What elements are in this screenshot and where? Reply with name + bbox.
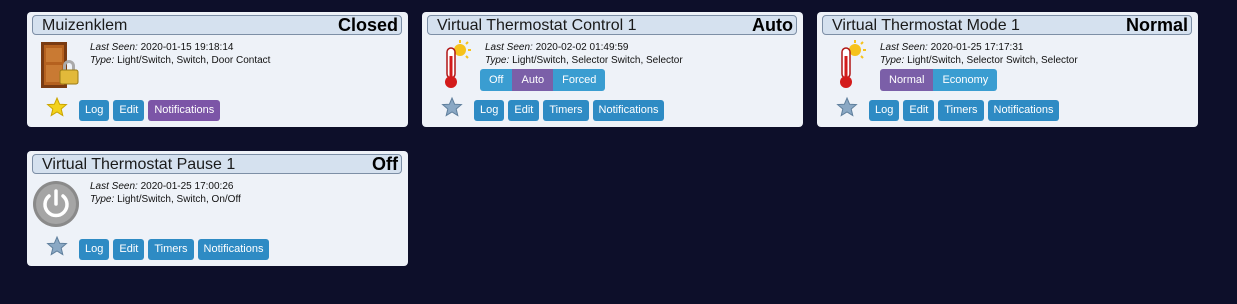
edit-button[interactable]: Edit [113,239,145,260]
card-header: Virtual Thermostat Control 1 Auto [427,15,797,35]
device-title: Virtual Thermostat Control 1 [437,17,637,34]
notifications-button[interactable]: Notifications [987,100,1060,121]
device-info: Last Seen: 2020-01-15 19:18:14 Type: Lig… [90,41,270,67]
device-card-thermostat-pause: Virtual Thermostat Pause 1 Off Last Seen… [27,151,408,266]
edit-button[interactable]: Edit [508,100,540,121]
device-info: Last Seen: 2020-01-25 17:00:26 Type: Lig… [90,180,241,206]
device-info: Last Seen: 2020-01-25 17:17:31 Type: Lig… [880,41,1078,67]
type-value: Light/Switch, Switch, On/Off [117,194,241,205]
device-card-muizenklem: Muizenklem Closed Last Seen: 2020-01-15 … [27,12,408,127]
notifications-button[interactable]: Notifications [197,239,270,260]
selector-economy-button[interactable]: Economy [933,69,998,91]
favorite-star-icon[interactable] [46,235,68,257]
log-button[interactable]: Log [474,100,505,121]
device-card-thermostat-mode: Virtual Thermostat Mode 1 Normal Last Se… [817,12,1198,127]
door-lock-icon[interactable] [35,40,85,90]
last-seen-label: Last Seen: [485,42,533,53]
timers-button[interactable]: Timers [148,239,194,260]
device-status: Closed [337,15,398,35]
notifications-button[interactable]: Notifications [148,100,221,121]
edit-button[interactable]: Edit [903,100,935,121]
last-seen-value: 2020-02-02 01:49:59 [535,42,629,53]
last-seen-value: 2020-01-25 17:17:31 [930,42,1024,53]
notifications-button[interactable]: Notifications [592,100,665,121]
type-value: Light/Switch, Selector Switch, Selector [512,55,683,66]
favorite-star-icon[interactable] [46,96,68,118]
timers-button[interactable]: Timers [543,100,589,121]
device-title: Virtual Thermostat Pause 1 [42,156,236,173]
thermometer-icon[interactable] [825,40,875,90]
selector-buttons: Normal Economy [880,69,998,91]
type-label: Type: [90,55,115,66]
device-title: Virtual Thermostat Mode 1 [832,17,1020,34]
action-buttons: Log Edit Timers Notifications [474,100,665,121]
timers-button[interactable]: Timers [938,100,984,121]
last-seen-value: 2020-01-15 19:18:14 [140,42,234,53]
type-label: Type: [880,55,905,66]
log-button[interactable]: Log [79,100,110,121]
card-header: Virtual Thermostat Mode 1 Normal [822,15,1192,35]
card-header: Muizenklem Closed [32,15,402,35]
action-buttons: Log Edit Notifications [79,100,221,121]
last-seen-label: Last Seen: [880,42,928,53]
last-seen-value: 2020-01-25 17:00:26 [140,181,234,192]
device-title: Muizenklem [42,17,128,34]
edit-button[interactable]: Edit [113,100,145,121]
selector-forced-button[interactable]: Forced [553,69,606,91]
type-label: Type: [485,55,510,66]
selector-buttons: Off Auto Forced [480,69,606,91]
type-label: Type: [90,194,115,205]
device-status: Normal [1125,15,1188,35]
type-value: Light/Switch, Selector Switch, Selector [907,55,1078,66]
favorite-star-icon[interactable] [441,96,463,118]
card-header: Virtual Thermostat Pause 1 Off [32,154,402,174]
log-button[interactable]: Log [79,239,110,260]
action-buttons: Log Edit Timers Notifications [79,239,270,260]
device-status: Auto [752,15,793,35]
thermometer-icon[interactable] [430,40,480,90]
type-value: Light/Switch, Switch, Door Contact [117,55,271,66]
device-status: Off [372,154,398,174]
log-button[interactable]: Log [869,100,900,121]
last-seen-label: Last Seen: [90,42,138,53]
device-info: Last Seen: 2020-02-02 01:49:59 Type: Lig… [485,41,683,67]
action-buttons: Log Edit Timers Notifications [869,100,1060,121]
selector-off-button[interactable]: Off [480,69,513,91]
favorite-star-icon[interactable] [836,96,858,118]
power-button-icon[interactable] [31,179,81,229]
device-card-thermostat-control: Virtual Thermostat Control 1 Auto Last S… [422,12,803,127]
last-seen-label: Last Seen: [90,181,138,192]
selector-auto-button[interactable]: Auto [512,69,554,91]
selector-normal-button[interactable]: Normal [880,69,934,91]
